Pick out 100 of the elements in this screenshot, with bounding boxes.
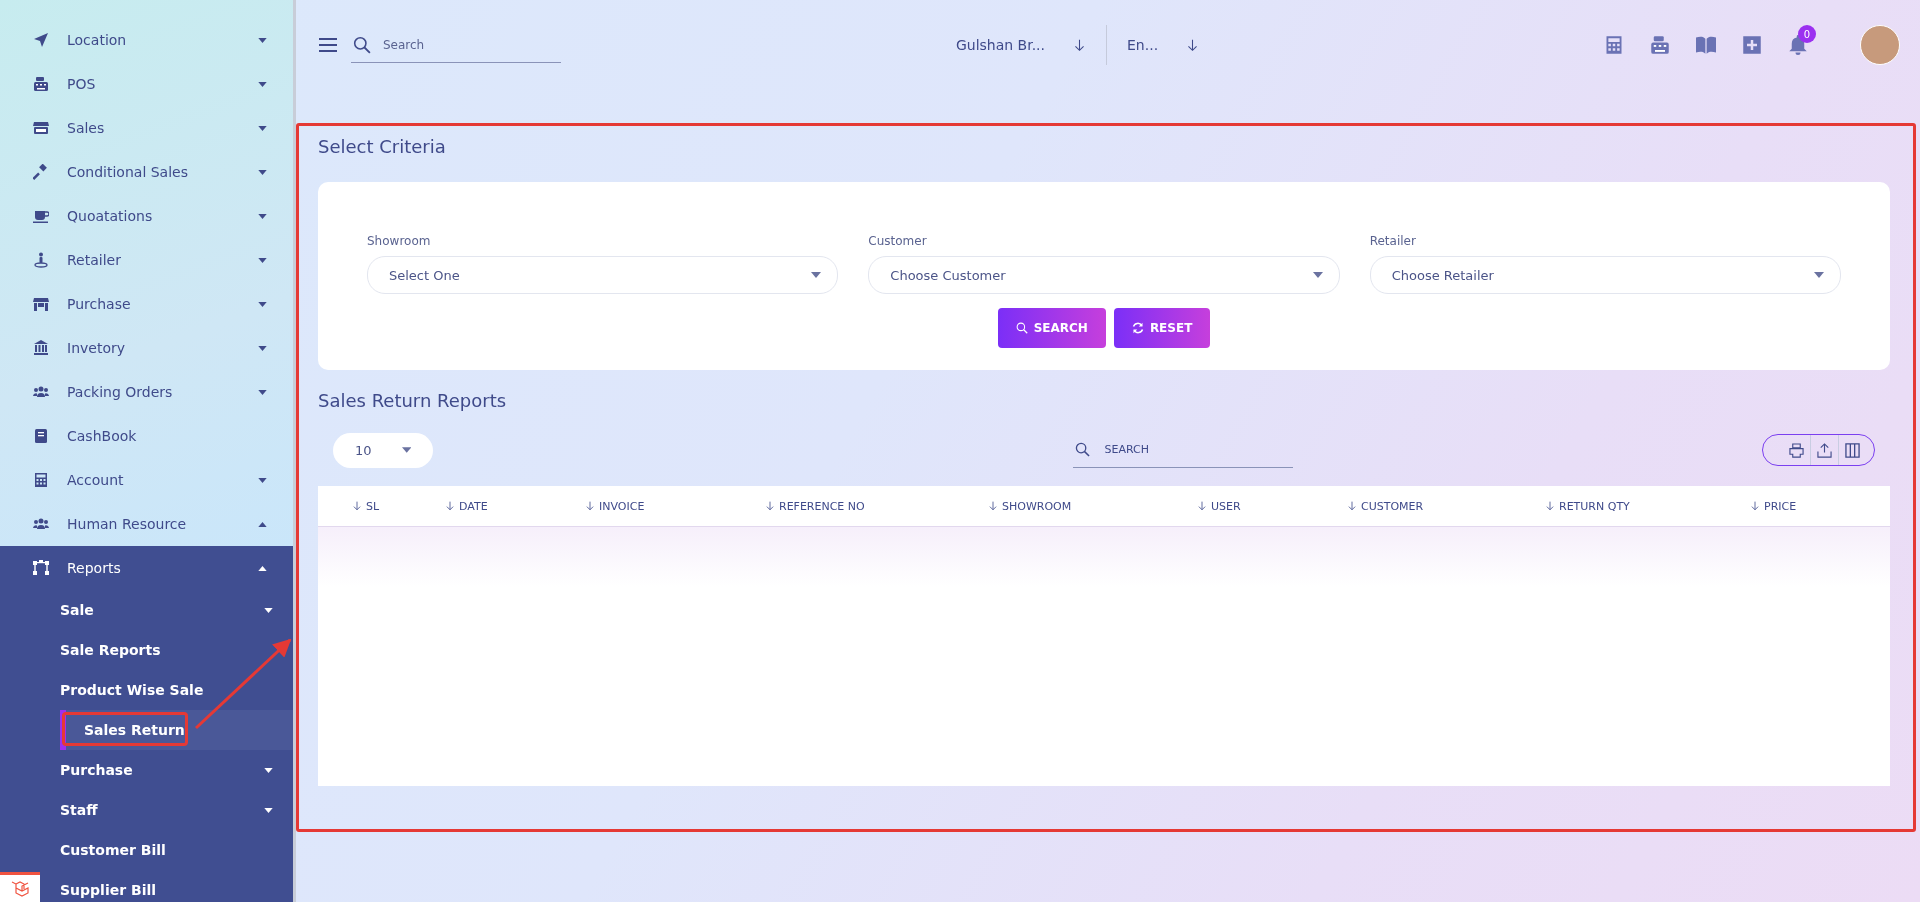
sidebar-item[interactable]: Human Resource xyxy=(0,502,293,546)
sort-arrow-icon xyxy=(352,501,362,511)
caret-icon xyxy=(258,565,267,571)
sidebar-item[interactable]: Retailer xyxy=(0,238,293,282)
select-field[interactable]: Select One xyxy=(367,256,839,294)
caret-icon xyxy=(258,389,267,395)
sort-arrow-icon xyxy=(445,501,455,511)
sort-arrow-icon xyxy=(765,501,775,511)
sort-arrow-icon xyxy=(1197,501,1207,511)
avatar[interactable] xyxy=(1860,25,1900,65)
sort-arrow-icon xyxy=(988,501,998,511)
section-title: Select Criteria xyxy=(318,136,447,159)
caret-icon xyxy=(811,272,822,278)
search-icon xyxy=(353,36,371,54)
caret-icon xyxy=(258,301,267,307)
people-icon xyxy=(33,384,49,400)
cash-register-icon[interactable] xyxy=(1650,35,1670,55)
sidebar-subitem[interactable]: Customer Bill xyxy=(60,830,293,870)
person-pin-icon xyxy=(33,252,49,268)
field-label: Customer xyxy=(868,234,928,248)
refresh-icon xyxy=(1131,322,1144,334)
notification-badge: 0 xyxy=(1798,25,1816,43)
sort-arrow-icon xyxy=(1347,501,1357,511)
add-icon[interactable] xyxy=(1742,35,1762,55)
caret-icon xyxy=(258,125,267,131)
sidebar-subitem[interactable]: Sale xyxy=(60,590,293,630)
column-header[interactable]: INVOICE xyxy=(599,499,645,513)
hammer-icon xyxy=(33,164,49,180)
search-button[interactable]: SEARCH xyxy=(997,308,1106,348)
caret-icon xyxy=(258,257,267,263)
sidebar-item[interactable]: CashBook xyxy=(0,414,293,458)
search-field[interactable]: SEARCH xyxy=(1072,432,1293,468)
dropdown[interactable]: Gulshan Br... xyxy=(935,25,1106,65)
column-header[interactable]: DATE xyxy=(459,499,488,513)
select-field[interactable]: Choose Customer xyxy=(868,256,1340,294)
sidebar-subitem[interactable]: Sale Reports xyxy=(60,630,293,670)
sidebar-item[interactable]: Invetory xyxy=(0,326,293,370)
caret-icon xyxy=(258,521,267,527)
sidebar-subitem[interactable]: Staff xyxy=(60,790,293,830)
bank-icon xyxy=(33,340,49,356)
sidebar-item[interactable]: Quoatations xyxy=(0,194,293,238)
caret-icon xyxy=(258,169,267,175)
sidebar-item[interactable]: Packing Orders xyxy=(0,370,293,414)
caret-icon xyxy=(258,345,267,351)
sort-arrow-icon xyxy=(585,501,595,511)
people-icon xyxy=(33,516,49,532)
sidebar-item[interactable]: Sales xyxy=(0,106,293,150)
columns-icon[interactable] xyxy=(1845,442,1860,458)
sidebar-item[interactable]: Location xyxy=(0,18,293,62)
column-header[interactable]: USER xyxy=(1211,499,1241,513)
hierarchy-icon xyxy=(33,560,49,576)
sidebar-item[interactable]: Reports xyxy=(0,546,293,590)
sort-arrow-icon xyxy=(1545,501,1555,511)
sidebar-subitem[interactable]: Supplier Bill xyxy=(60,870,293,902)
column-header[interactable]: REFERENCE NO xyxy=(779,499,865,513)
caret-icon xyxy=(1814,272,1824,278)
menu-icon[interactable] xyxy=(319,38,337,52)
arrow-down-icon xyxy=(1073,38,1086,52)
search-icon xyxy=(1015,322,1028,334)
reset-button[interactable]: RESET xyxy=(1113,308,1211,348)
field-label: Showroom xyxy=(367,234,432,248)
book-icon[interactable] xyxy=(1696,35,1716,55)
calculator-icon[interactable] xyxy=(1604,35,1624,55)
shop-icon xyxy=(33,296,49,312)
search-field[interactable]: Search xyxy=(351,27,561,63)
field-label: Retailer xyxy=(1369,234,1417,248)
column-header[interactable]: CUSTOMER xyxy=(1361,499,1424,513)
caret-icon xyxy=(264,767,273,773)
cash-register-icon xyxy=(33,76,49,92)
caret-icon xyxy=(1312,272,1323,278)
section-title: Sales Return Reports xyxy=(318,390,508,413)
column-header[interactable]: PRICE xyxy=(1764,499,1797,513)
sidebar-subitem[interactable]: Product Wise Sale xyxy=(60,670,293,710)
sidebar-item[interactable]: Account xyxy=(0,458,293,502)
sidebar-item[interactable]: Purchase xyxy=(0,282,293,326)
caret-icon xyxy=(258,81,267,87)
mug-icon xyxy=(33,208,49,224)
column-header[interactable]: RETURN QTY xyxy=(1559,499,1630,513)
book-icon xyxy=(33,428,49,444)
column-header[interactable]: SHOWROOM xyxy=(1002,499,1072,513)
sidebar-subitem[interactable]: Purchase xyxy=(60,750,293,790)
app-logo-icon xyxy=(0,872,40,902)
print-icon[interactable] xyxy=(1789,442,1804,458)
dropdown[interactable]: En... xyxy=(1107,25,1220,65)
caret-icon xyxy=(258,477,267,483)
sidebar-item[interactable]: POS xyxy=(0,62,293,106)
column-header[interactable]: SL xyxy=(366,499,380,513)
arrow-down-icon xyxy=(1186,38,1200,52)
caret-icon xyxy=(264,807,273,813)
caret-icon xyxy=(264,607,273,613)
caret-icon xyxy=(258,37,267,43)
export-icon[interactable] xyxy=(1817,442,1832,458)
sort-arrow-icon xyxy=(1750,501,1760,511)
sidebar-subitem[interactable]: Sales Return xyxy=(60,710,293,750)
caret-icon xyxy=(401,447,411,453)
caret-icon xyxy=(258,213,267,219)
select-field[interactable]: Choose Retailer xyxy=(1369,256,1841,294)
calculator-icon xyxy=(33,472,49,488)
sidebar-item[interactable]: Conditional Sales xyxy=(0,150,293,194)
page-size-dropdown[interactable]: 10 xyxy=(333,432,433,468)
